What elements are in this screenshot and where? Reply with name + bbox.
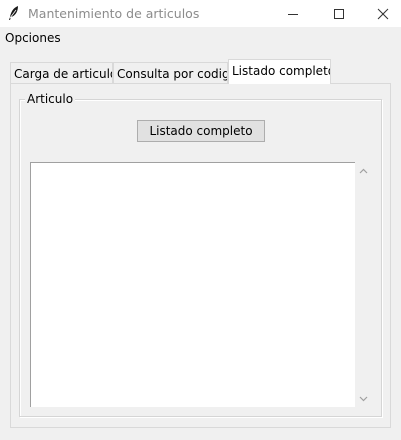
chevron-down-icon	[359, 396, 368, 401]
close-icon	[377, 8, 389, 19]
frame-label: Articulo	[25, 92, 76, 106]
close-button[interactable]	[360, 0, 401, 27]
tab-listado-completo[interactable]: Listado completo	[228, 59, 331, 84]
scroll-down-button[interactable]	[355, 390, 372, 407]
window-title: Mantenimiento de articulos	[28, 6, 200, 21]
listado-completo-button[interactable]: Listado completo	[137, 120, 265, 142]
vertical-scrollbar[interactable]	[355, 162, 372, 407]
maximize-button[interactable]	[316, 0, 362, 27]
menu-bar: Opciones	[0, 27, 401, 48]
title-bar: Mantenimiento de articulos	[0, 0, 401, 27]
scroll-up-button[interactable]	[355, 162, 372, 179]
tab-consulta-por-codigo[interactable]: Consulta por codigo	[113, 62, 228, 84]
menu-opciones[interactable]: Opciones	[5, 31, 61, 45]
feather-icon	[9, 6, 18, 20]
maximize-icon	[334, 8, 344, 19]
listado-text-area[interactable]	[30, 162, 355, 407]
minimize-button[interactable]	[270, 0, 316, 27]
chevron-up-icon	[359, 168, 368, 173]
minimize-icon	[288, 13, 298, 15]
tab-carga-de-articulos[interactable]: Carga de articulos	[10, 62, 113, 84]
